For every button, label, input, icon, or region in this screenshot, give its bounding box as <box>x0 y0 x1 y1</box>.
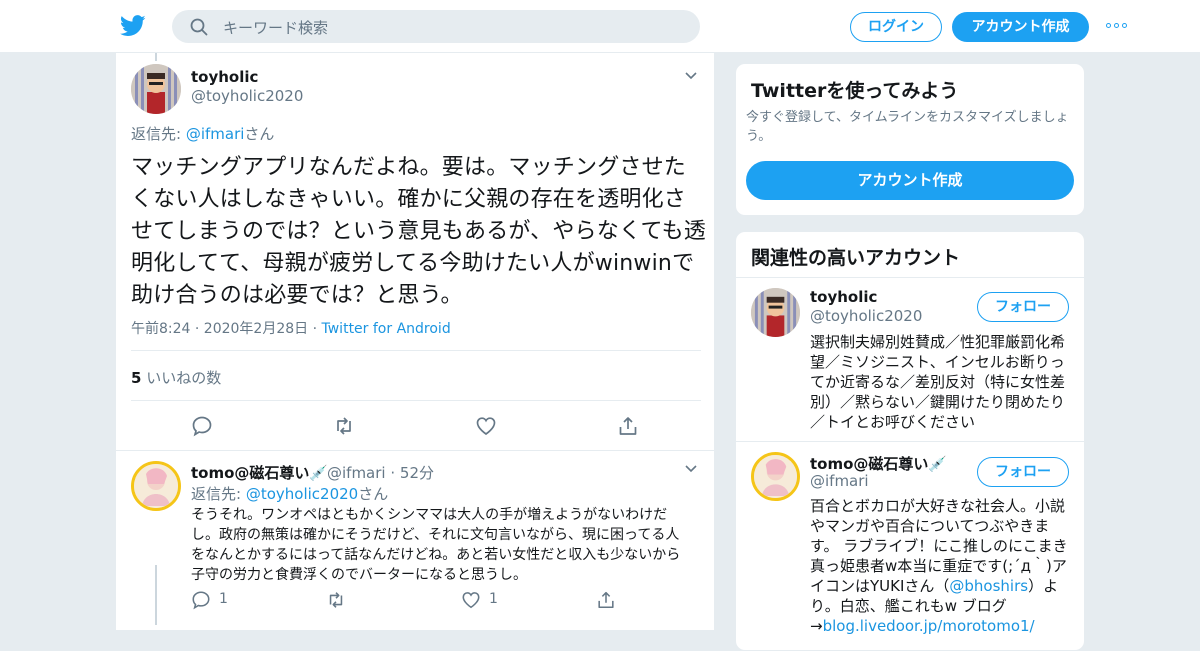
chevron-down-icon[interactable] <box>685 72 697 80</box>
search-input[interactable]: キーワード検索 <box>223 17 328 38</box>
heart-icon <box>462 592 480 609</box>
reply-time[interactable]: · 52分 <box>386 464 434 482</box>
tweet-column: toyholic @toyholic2020 返信先: @ifmariさん マッ… <box>115 53 715 630</box>
reply-text: そうそれ。ワンオペはともかくシンママは大人の手が増えようがないわけだし。政府の無… <box>191 507 681 583</box>
like-count: 1 <box>489 591 498 607</box>
likes-stat[interactable]: 5 いいねの数 <box>131 367 221 388</box>
syringe-emoji: 💉 <box>928 455 948 473</box>
reply-to-link[interactable]: @ifmari <box>186 125 245 143</box>
share-action[interactable] <box>596 590 626 610</box>
author-name[interactable]: toyholic <box>191 68 258 86</box>
signup-card-subtitle: 今すぐ登録して、タイムラインをカスタマイズしましょう。 <box>746 110 1069 144</box>
related-accounts-title: 関連性の高いアカウント <box>751 247 961 269</box>
search-icon <box>190 18 208 36</box>
signup-button[interactable]: アカウント作成 <box>952 12 1089 42</box>
likes-count: 5 <box>131 369 142 387</box>
reply-count: 1 <box>219 591 228 607</box>
likes-label: いいねの数 <box>141 369 222 387</box>
retweet-icon[interactable] <box>333 415 355 437</box>
divider <box>736 277 1084 278</box>
avatar[interactable] <box>131 64 181 114</box>
bio-mention-link[interactable]: @bhoshirs <box>949 577 1028 595</box>
divider <box>131 350 701 351</box>
tweet-timestamp[interactable]: 午前8:24 · 2020年2月28日 · <box>131 321 322 337</box>
syringe-emoji: 💉 <box>309 464 329 482</box>
tweet-meta: 午前8:24 · 2020年2月28日 · Twitter for Androi… <box>131 318 451 338</box>
reply-icon[interactable] <box>191 415 213 437</box>
retweet-icon <box>329 592 343 608</box>
account-handle[interactable]: @toyholic2020 <box>810 307 922 325</box>
search-bar[interactable]: キーワード検索 <box>172 10 700 43</box>
top-bar: キーワード検索 ログイン アカウント作成 <box>0 0 1200 53</box>
reply-to-link[interactable]: @toyholic2020 <box>246 485 358 503</box>
signup-card-title: Twitterを使ってみよう <box>751 80 959 102</box>
reply-icon <box>192 591 210 610</box>
account-handle[interactable]: @ifmari <box>810 472 869 490</box>
tweet-text: マッチングアプリなんだよね。要は。マッチングさせたくない人はしなきゃいい。確かに… <box>131 155 707 308</box>
bio-url-link[interactable]: blog.livedoor.jp/morotomo1/ <box>823 617 1035 635</box>
divider <box>116 450 714 451</box>
share-icon[interactable] <box>617 415 639 437</box>
signup-card-button[interactable]: アカウント作成 <box>746 161 1074 200</box>
chevron-down-icon[interactable] <box>685 465 697 473</box>
divider <box>736 441 1084 442</box>
account-name[interactable]: tomo@磁石尊い💉 <box>810 453 947 474</box>
account-bio: 選択制夫婦別姓賛成／性犯罪厳罰化希望／ミソジニスト、インセルお断りってか近寄るな… <box>810 333 1066 431</box>
divider <box>131 400 701 401</box>
login-button[interactable]: ログイン <box>850 12 942 42</box>
reply-author-handle: @ifmari · 52分 <box>327 464 434 482</box>
reply-action[interactable]: 1 <box>191 590 251 610</box>
follow-button[interactable]: フォロー <box>977 457 1069 487</box>
follow-button[interactable]: フォロー <box>977 292 1069 322</box>
thread-line <box>155 565 157 625</box>
author-handle[interactable]: @toyholic2020 <box>191 87 303 105</box>
retweet-action[interactable] <box>326 590 356 610</box>
like-action[interactable]: 1 <box>461 590 521 610</box>
tweet-source[interactable]: Twitter for Android <box>322 321 451 337</box>
share-icon <box>598 591 614 609</box>
heart-icon[interactable] <box>475 415 497 437</box>
reply-to-line: 返信先: @toyholic2020さん <box>191 485 389 503</box>
related-accounts-card: 関連性の高いアカウント toyholic @toyholic2020 フォロー … <box>735 231 1085 651</box>
more-dots-icon[interactable] <box>1106 18 1130 34</box>
signup-card: Twitterを使ってみよう 今すぐ登録して、タイムラインをカスタマイズしましょ… <box>735 63 1085 216</box>
avatar[interactable] <box>751 288 800 337</box>
avatar[interactable] <box>751 452 800 501</box>
twitter-bird-icon[interactable] <box>120 14 146 38</box>
account-name[interactable]: toyholic <box>810 288 877 306</box>
reply-author-name[interactable]: tomo@磁石尊い💉 <box>191 462 328 483</box>
account-bio: 百合とボカロが大好きな社会人。小説やマンガや百合についてつぶやきます。 ラブライ… <box>810 497 1068 635</box>
thread-line <box>155 53 157 61</box>
reply-to-line: 返信先: @ifmariさん <box>131 125 275 143</box>
avatar[interactable] <box>131 461 181 511</box>
